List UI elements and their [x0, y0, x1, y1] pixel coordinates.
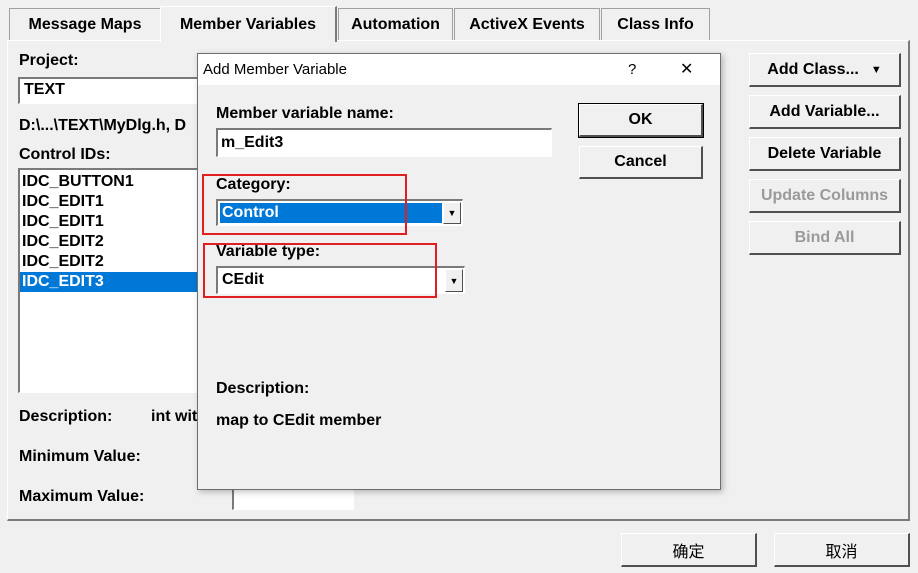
list-item[interactable]: IDC_EDIT1 [20, 192, 202, 212]
maximum-value-label: Maximum Value: [19, 488, 145, 505]
delete-variable-label: Delete Variable [767, 144, 882, 162]
tab-automation[interactable]: Automation [338, 8, 453, 40]
path-text: D:\...\TEXT\MyDlg.h, D [19, 117, 187, 134]
add-member-variable-dialog: Add Member Variable ? ✕ Member variable … [197, 53, 721, 490]
tab-label: Message Maps [28, 15, 142, 33]
dropdown-arrow-icon[interactable]: ▼ [443, 202, 461, 224]
delete-variable-button[interactable]: Delete Variable [749, 137, 901, 171]
description-label: Description: [19, 408, 113, 425]
list-item[interactable]: IDC_EDIT2 [20, 232, 202, 252]
list-item-selected[interactable]: IDC_EDIT3 [20, 272, 202, 292]
update-columns-label: Update Columns [760, 186, 889, 204]
tab-label: ActiveX Events [469, 15, 585, 33]
bind-all-button[interactable]: Bind All [749, 221, 901, 255]
footer-ok-label: 确定 [672, 543, 705, 561]
variable-type-select[interactable]: CEdit ▼ [216, 266, 465, 294]
dialog-titlebar[interactable]: Add Member Variable ? ✕ [198, 54, 720, 85]
dialog-description-label: Description: [216, 380, 310, 397]
minimum-value-label: Minimum Value: [19, 448, 141, 465]
list-item[interactable]: IDC_EDIT1 [20, 212, 202, 232]
cancel-button[interactable]: Cancel [579, 146, 703, 179]
member-name-label: Member variable name: [216, 105, 394, 122]
control-ids-list[interactable]: IDC_BUTTON1 IDC_EDIT1 IDC_EDIT1 IDC_EDIT… [18, 168, 203, 393]
add-variable-button[interactable]: Add Variable... [749, 95, 901, 129]
control-ids-label: Control IDs: [19, 146, 111, 163]
add-class-button[interactable]: Add Class... ▼ [749, 53, 901, 87]
tab-class-info[interactable]: Class Info [601, 8, 710, 40]
member-name-value: m_Edit3 [221, 134, 284, 151]
cancel-label: Cancel [614, 153, 667, 170]
update-columns-button[interactable]: Update Columns [749, 179, 901, 213]
dropdown-arrow-icon[interactable]: ▼ [445, 269, 463, 292]
dialog-title: Add Member Variable [203, 61, 347, 78]
add-class-label: Add Class... [767, 60, 859, 78]
tab-member-variables[interactable]: Member Variables [160, 6, 337, 42]
close-icon[interactable]: ✕ [680, 54, 693, 85]
list-item[interactable]: IDC_BUTTON1 [20, 172, 202, 192]
ok-label: OK [628, 111, 653, 128]
tab-label: Class Info [617, 15, 694, 33]
list-item[interactable]: IDC_EDIT2 [20, 252, 202, 272]
footer-cancel-label: 取消 [825, 543, 858, 561]
member-name-input[interactable]: m_Edit3 [216, 128, 552, 157]
dropdown-arrow-icon: ▼ [870, 63, 882, 76]
project-label: Project: [19, 52, 79, 69]
footer-cancel-button[interactable]: 取消 [774, 533, 910, 567]
project-combo[interactable]: TEXT [18, 77, 203, 104]
dialog-description-value: map to CEdit member [216, 412, 382, 429]
category-value: Control [220, 203, 442, 223]
footer-ok-button[interactable]: 确定 [621, 533, 757, 567]
variable-type-value: CEdit [222, 271, 264, 288]
ok-button[interactable]: OK [578, 103, 704, 138]
tab-label: Member Variables [179, 15, 317, 33]
help-icon[interactable]: ? [628, 54, 636, 85]
description-value: int wit [151, 408, 197, 425]
tab-message-maps[interactable]: Message Maps [9, 8, 161, 40]
tab-label: Automation [351, 15, 440, 33]
bind-all-label: Bind All [794, 228, 855, 246]
add-variable-label: Add Variable... [769, 102, 880, 120]
category-label: Category: [216, 176, 291, 193]
variable-type-label: Variable type: [216, 243, 321, 260]
project-value: TEXT [24, 81, 65, 98]
tab-activex-events[interactable]: ActiveX Events [454, 8, 600, 40]
category-select[interactable]: Control ▼ [216, 199, 463, 226]
